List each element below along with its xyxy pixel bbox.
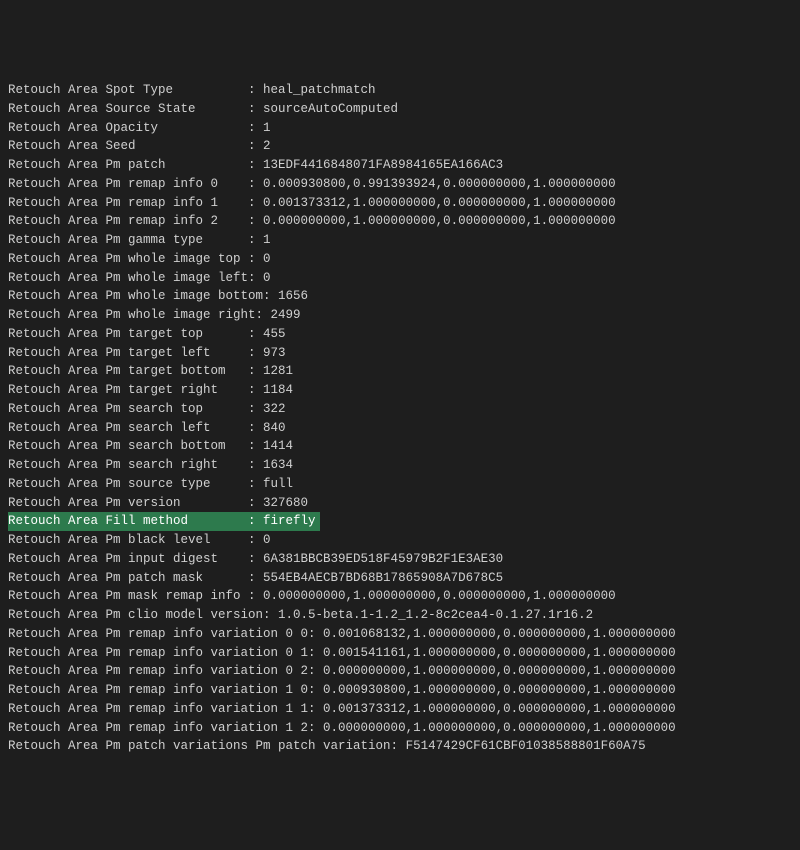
terminal-output: Retouch Area Spot Type : heal_patchmatch… [8, 81, 792, 756]
metadata-line: Retouch Area Fill method : firefly [8, 512, 792, 531]
metadata-line: Retouch Area Seed : 2 [8, 137, 792, 156]
metadata-line: Retouch Area Opacity : 1 [8, 119, 792, 138]
metadata-line: Retouch Area Pm search bottom : 1414 [8, 437, 792, 456]
metadata-line: Retouch Area Pm remap info 1 : 0.0013733… [8, 194, 792, 213]
metadata-line: Retouch Area Pm remap info variation 1 1… [8, 700, 792, 719]
metadata-line: Retouch Area Source State : sourceAutoCo… [8, 100, 792, 119]
metadata-line: Retouch Area Pm whole image right: 2499 [8, 306, 792, 325]
metadata-line: Retouch Area Pm target left : 973 [8, 344, 792, 363]
metadata-line: Retouch Area Pm remap info variation 0 1… [8, 644, 792, 663]
metadata-line: Retouch Area Pm version : 327680 [8, 494, 792, 513]
metadata-line: Retouch Area Pm remap info variation 0 0… [8, 625, 792, 644]
metadata-line: Retouch Area Pm whole image left: 0 [8, 269, 792, 288]
metadata-line: Retouch Area Pm target bottom : 1281 [8, 362, 792, 381]
metadata-line: Retouch Area Pm remap info 2 : 0.0000000… [8, 212, 792, 231]
metadata-line: Retouch Area Pm search right : 1634 [8, 456, 792, 475]
metadata-line: Retouch Area Pm whole image top : 0 [8, 250, 792, 269]
metadata-line: Retouch Area Pm gamma type : 1 [8, 231, 792, 250]
metadata-line: Retouch Area Pm patch mask : 554EB4AECB7… [8, 569, 792, 588]
metadata-line: Retouch Area Pm target right : 1184 [8, 381, 792, 400]
metadata-line: Retouch Area Pm clio model version: 1.0.… [8, 606, 792, 625]
metadata-line: Retouch Area Pm remap info 0 : 0.0009308… [8, 175, 792, 194]
metadata-line: Retouch Area Pm input digest : 6A381BBCB… [8, 550, 792, 569]
metadata-line: Retouch Area Pm remap info variation 0 2… [8, 662, 792, 681]
metadata-line: Retouch Area Pm remap info variation 1 2… [8, 719, 792, 738]
metadata-line: Retouch Area Pm target top : 455 [8, 325, 792, 344]
metadata-line: Retouch Area Pm black level : 0 [8, 531, 792, 550]
metadata-line: Retouch Area Pm search left : 840 [8, 419, 792, 438]
metadata-line: Retouch Area Pm patch : 13EDF4416848071F… [8, 156, 792, 175]
metadata-line: Retouch Area Pm patch variations Pm patc… [8, 737, 792, 756]
highlighted-line: Retouch Area Fill method : firefly [8, 512, 320, 531]
metadata-line: Retouch Area Pm mask remap info : 0.0000… [8, 587, 792, 606]
metadata-line: Retouch Area Pm remap info variation 1 0… [8, 681, 792, 700]
metadata-line: Retouch Area Pm search top : 322 [8, 400, 792, 419]
metadata-line: Retouch Area Pm whole image bottom: 1656 [8, 287, 792, 306]
metadata-line: Retouch Area Pm source type : full [8, 475, 792, 494]
metadata-line: Retouch Area Spot Type : heal_patchmatch [8, 81, 792, 100]
